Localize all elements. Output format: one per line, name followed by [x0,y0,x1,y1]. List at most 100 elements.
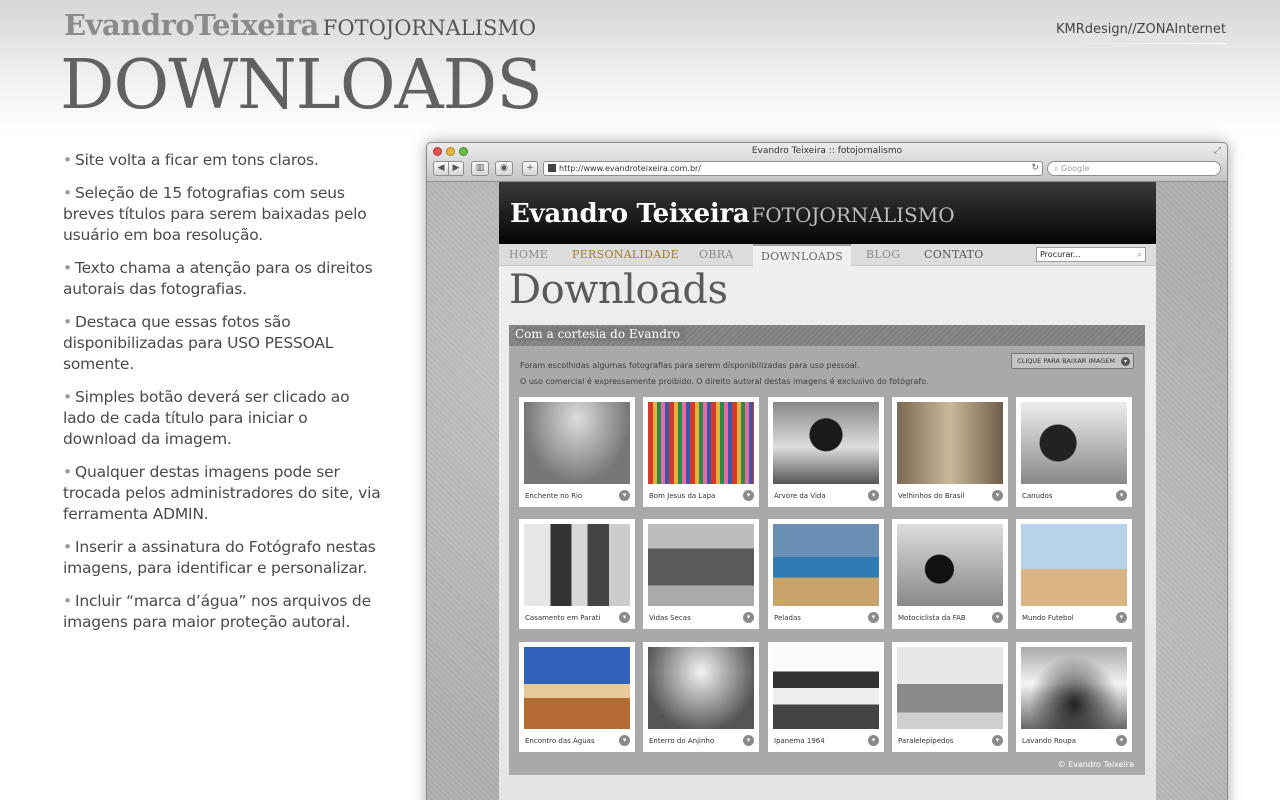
url-field[interactable]: http://www.evandroteixeira.com.br/ ↻ [543,161,1043,176]
site-logo-subtitle: FOTOJORNALISMO [751,203,955,227]
intro-line: Foram escolhidas algumas fotografias par… [520,361,860,370]
photo-thumbnail[interactable] [773,524,879,606]
photo-card[interactable]: Encontro das Águas ▾ [519,642,635,752]
photo-title: Lavando Roupa [1022,737,1077,745]
bullet-dot-icon: • [63,313,72,331]
favicon-icon [548,164,556,172]
back-button[interactable]: ◀ [433,161,449,176]
nav-home[interactable]: HOME [509,248,548,261]
photo-thumbnail[interactable] [773,647,879,729]
photo-card[interactable]: Árvore da Vida ▾ [768,397,884,507]
bullet-item: • Site volta a ficar em tons claros. [63,150,383,171]
search-icon: ⌕ [1054,164,1062,173]
bullet-item: • Destaca que essas fotos são disponibili… [63,312,383,375]
fullscreen-icon[interactable]: ⤢ [1214,146,1221,156]
download-icon[interactable]: ▾ [868,612,879,623]
nav-downloads[interactable]: DOWNLOADS [753,244,852,266]
photo-thumbnail[interactable] [1021,647,1127,729]
photo-thumbnail[interactable] [648,647,754,729]
add-bookmark-button[interactable]: + [522,161,538,176]
slide-title: DOWNLOADS [60,46,543,125]
download-icon[interactable]: ▾ [743,735,754,746]
photo-card[interactable]: Vidas Secas ▾ [643,519,759,629]
photo-thumbnail[interactable] [773,402,879,484]
bullet-text: Texto chama a atenção para os direitos a… [63,259,373,298]
bullet-dot-icon: • [63,538,72,556]
brand-name: EvandroTeixeira [64,8,319,42]
photo-card[interactable]: Peladas ▾ [768,519,884,629]
download-icon[interactable]: ▾ [619,612,630,623]
photo-card[interactable]: Casamento em Parati ▾ [519,519,635,629]
download-hint-label: CLIQUE PARA BAIXAR IMAGEM [1017,357,1115,365]
photo-title: Enterro do Anjinho [649,737,715,745]
bullet-dot-icon: • [63,463,72,481]
site-search-input[interactable]: Procurar... ⌕ [1036,247,1146,262]
bullet-text: Inserir a assinatura do Fotógrafo nestas… [63,538,376,577]
photo-thumbnail[interactable] [648,524,754,606]
download-icon[interactable]: ▾ [743,612,754,623]
photo-thumbnail[interactable] [1021,524,1127,606]
site-logo[interactable]: Evandro Teixeira FOTOJORNALISMO [510,199,955,229]
photo-card[interactable]: Ipanema 1964 ▾ [768,642,884,752]
panel-title: Com a cortesia do Evandro [515,327,686,341]
nav-contato[interactable]: CONTATO [924,248,984,261]
browser-window: Evandro Teixeira :: fotojornalismo ⤢ ◀ ▶… [426,142,1228,800]
photo-title: Canudos [1022,492,1053,500]
photo-card[interactable]: Lavando Roupa ▾ [1016,642,1132,752]
download-icon[interactable]: ▾ [1116,735,1127,746]
bookmarks-button[interactable]: ▥ [471,161,489,176]
site-nav: HOME PERSONALIDADE OBRA DOWNLOADS BLOG C… [499,244,1156,266]
bullet-dot-icon: • [63,259,72,277]
photo-thumbnail[interactable] [897,647,1003,729]
photo-thumbnail[interactable] [524,647,630,729]
photo-card[interactable]: Enterro do Anjinho ▾ [643,642,759,752]
photo-card[interactable]: Velhinhos do Brasil ▾ [892,397,1008,507]
photo-title: Encontro das Águas [525,737,595,745]
photo-card[interactable]: Enchente no Rio ▾ [519,397,635,507]
photo-thumbnail[interactable] [648,402,754,484]
photo-title: Vidas Secas [649,614,691,622]
download-icon[interactable]: ▾ [992,490,1003,501]
photo-thumbnail[interactable] [897,524,1003,606]
site-page: Evandro Teixeira FOTOJORNALISMO HOME PERS… [499,182,1156,800]
bullet-item: • Qualquer destas imagens pode ser trocad… [63,462,383,525]
nav-personalidade[interactable]: PERSONALIDADE [572,248,679,261]
reload-icon[interactable]: ↻ [1031,162,1039,175]
photo-card[interactable]: Paralelepípedos ▾ [892,642,1008,752]
photo-title: Enchente no Rio [525,492,583,500]
download-icon[interactable]: ▾ [868,490,879,501]
search-icon[interactable]: ⌕ [1138,248,1142,261]
photo-title: Ipanema 1964 [774,737,825,745]
nav-obra[interactable]: OBRA [699,248,734,261]
bullet-dot-icon: • [63,184,72,202]
download-icon[interactable]: ▾ [743,490,754,501]
download-icon[interactable]: ▾ [619,490,630,501]
download-icon[interactable]: ▾ [1116,612,1127,623]
download-icon[interactable]: ▾ [992,612,1003,623]
photo-title: Bom Jesus da Lapa [649,492,716,500]
bullet-item: • Texto chama a atenção para os direitos … [63,258,383,300]
forward-button[interactable]: ▶ [448,161,464,176]
bullet-text: Site volta a ficar em tons claros. [74,151,319,169]
download-icon[interactable]: ▾ [619,735,630,746]
nav-blog[interactable]: BLOG [866,248,900,261]
photo-card[interactable]: Canudos ▾ [1016,397,1132,507]
photo-card[interactable]: Mundo Futebol ▾ [1016,519,1132,629]
browser-titlebar: Evandro Teixeira :: fotojornalismo ⤢ ◀ ▶… [427,143,1227,182]
download-icon[interactable]: ▾ [992,735,1003,746]
download-icon[interactable]: ▾ [868,735,879,746]
browser-search-placeholder: Google [1061,164,1090,173]
bullet-item: • Seleção de 15 fotografias com seus brev… [63,183,383,246]
photo-thumbnail[interactable] [524,402,630,484]
copyright-notice: © Evandro Teixeira [1057,760,1134,769]
slide-brand: EvandroTeixeira FOTOJORNALISMO [64,8,536,42]
browser-search-field[interactable]: ⌕ Google [1047,161,1221,176]
photo-card[interactable]: Bom Jesus da Lapa ▾ [643,397,759,507]
photo-thumbnail[interactable] [524,524,630,606]
history-button[interactable]: ◉ [495,161,513,176]
photo-thumbnail[interactable] [1021,402,1127,484]
download-hint-button[interactable]: CLIQUE PARA BAIXAR IMAGEM ▾ [1011,353,1134,369]
photo-thumbnail[interactable] [897,402,1003,484]
photo-card[interactable]: Motociclista da FAB ▾ [892,519,1008,629]
download-icon[interactable]: ▾ [1116,490,1127,501]
